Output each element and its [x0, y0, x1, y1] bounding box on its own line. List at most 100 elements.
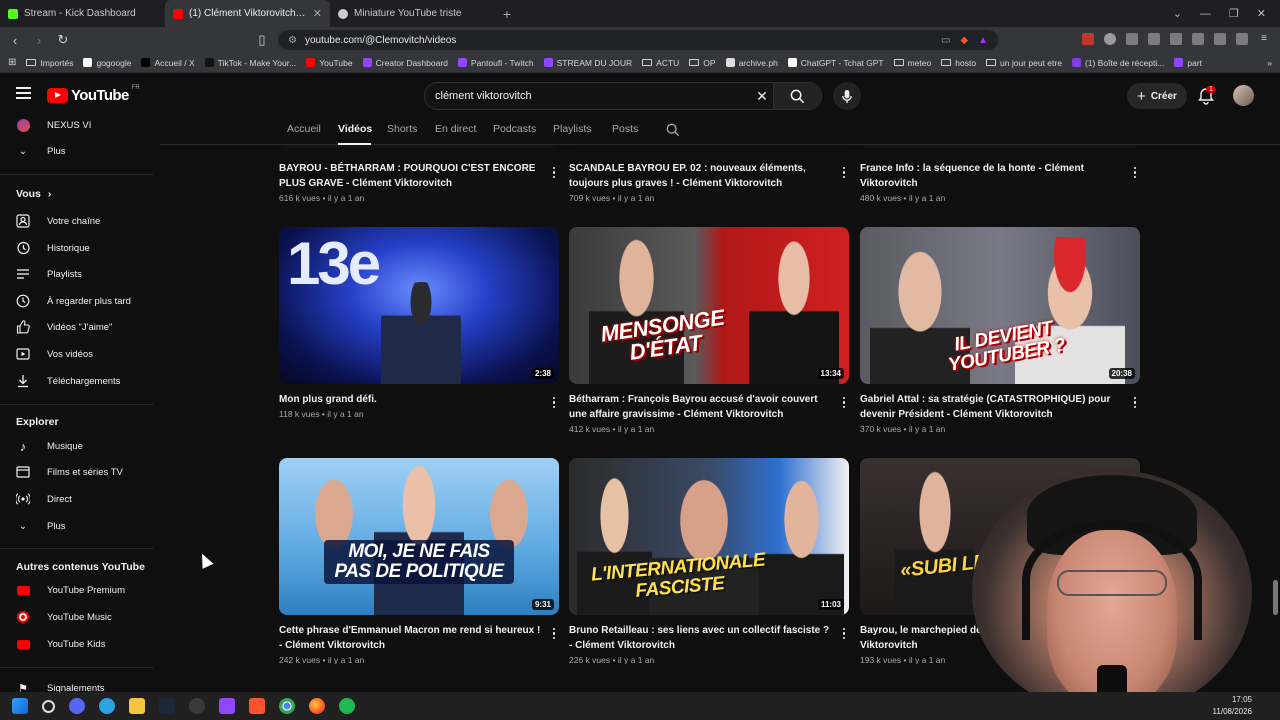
menu-icon[interactable]: ≡: [1258, 33, 1270, 45]
extension-icon[interactable]: [1082, 33, 1094, 45]
more-actions-icon[interactable]: [548, 397, 560, 409]
twitch-icon[interactable]: [219, 698, 235, 714]
video-thumbnail[interactable]: MENSONGE D'ÉTAT 13:34: [569, 227, 849, 384]
bookmark-item[interactable]: (1) Boîte de récepti...: [1071, 58, 1164, 68]
more-actions-icon[interactable]: [838, 628, 850, 640]
sidebar-item-subscription[interactable]: NEXUS VI: [0, 117, 155, 137]
tab-live[interactable]: En direct: [435, 123, 476, 135]
account-avatar[interactable]: [1233, 85, 1254, 106]
sidebar-icon[interactable]: [1148, 33, 1160, 45]
tab-videos[interactable]: Vidéos: [338, 123, 372, 135]
leo-ai-icon[interactable]: [1214, 33, 1226, 45]
bookmark-item[interactable]: YouTube: [306, 58, 353, 68]
tab-posts[interactable]: Posts: [612, 123, 638, 135]
brave-browser-icon[interactable]: [249, 698, 265, 714]
browser-tab-youtube[interactable]: (1) Clément Viktorovitch - YouTu ✕: [165, 0, 330, 27]
more-actions-icon[interactable]: [1129, 397, 1141, 409]
scrollbar-thumb[interactable]: [1273, 580, 1278, 615]
search-button[interactable]: [773, 83, 821, 109]
address-field[interactable]: ⚙ youtube.com/@Clemovitch/videos ▭ ◆ ▲: [278, 30, 998, 50]
brave-rewards-icon[interactable]: ▲: [978, 35, 988, 46]
more-actions-icon[interactable]: [1129, 167, 1141, 179]
telegram-icon[interactable]: [99, 698, 115, 714]
menu-icon[interactable]: [16, 87, 31, 99]
vpn-icon[interactable]: [1236, 33, 1248, 45]
discord-icon[interactable]: [69, 698, 85, 714]
bookmark-item[interactable]: hosto: [941, 58, 976, 68]
video-thumbnail[interactable]: 13e 2:38: [279, 227, 559, 384]
browser-tab-miniature[interactable]: Miniature YouTube triste: [330, 0, 495, 27]
bookmark-icon[interactable]: ▯: [255, 32, 269, 48]
firefox-icon[interactable]: [309, 698, 325, 714]
video-title[interactable]: Bruno Retailleau : ses liens avec un col…: [569, 623, 834, 653]
cast-icon[interactable]: ▭: [941, 35, 950, 46]
tab-home[interactable]: Accueil: [287, 123, 321, 135]
tab-search-icon[interactable]: ⌄: [1173, 7, 1182, 20]
bookmark-item[interactable]: gogoogle: [83, 58, 131, 68]
more-bookmarks-icon[interactable]: »: [1267, 58, 1272, 68]
close-tab-icon[interactable]: ✕: [313, 7, 322, 20]
bookmark-item[interactable]: Pantoufl - Twitch: [457, 58, 534, 68]
more-actions-icon[interactable]: [838, 397, 850, 409]
video-thumbnail[interactable]: IL DEVIENT YOUTUBER ? 20:38: [860, 227, 1140, 384]
extension-icon[interactable]: [1104, 33, 1116, 45]
bookmark-item[interactable]: Importés: [26, 58, 73, 68]
video-title[interactable]: Gabriel Attal : sa stratégie (CATASTROPH…: [860, 392, 1125, 422]
bookmark-item[interactable]: archive.ph: [725, 58, 778, 68]
bookmark-item[interactable]: part: [1174, 58, 1202, 68]
download-icon[interactable]: [1192, 33, 1204, 45]
clear-search-icon[interactable]: ✕: [751, 88, 773, 105]
tab-playlists[interactable]: Playlists: [553, 123, 592, 135]
minimize-button[interactable]: —: [1200, 8, 1211, 20]
bookmark-item[interactable]: ChatGPT - Tchat GPT: [787, 58, 884, 68]
tab-shorts[interactable]: Shorts: [387, 123, 417, 135]
bookmark-item[interactable]: Creator Dashboard: [362, 58, 448, 68]
video-thumbnail[interactable]: MOI, JE NE FAIS PAS DE POLITIQUE 9:31: [279, 458, 559, 615]
app-icon[interactable]: [189, 698, 205, 714]
voice-search-button[interactable]: [833, 82, 861, 110]
puzzle-icon[interactable]: [1126, 33, 1138, 45]
video-title[interactable]: France Info : la séquence de la honte - …: [860, 161, 1125, 191]
video-title[interactable]: Mon plus grand défi.: [279, 392, 544, 407]
brave-shield-icon[interactable]: ◆: [960, 35, 968, 46]
steam-icon[interactable]: [159, 698, 175, 714]
bookmark-item[interactable]: ACTU: [642, 58, 679, 68]
page-scrollbar[interactable]: [1270, 117, 1280, 692]
taskbar-clock[interactable]: 17:05 11/08/2026: [1213, 694, 1252, 718]
more-actions-icon[interactable]: [838, 167, 850, 179]
close-window-button[interactable]: ✕: [1257, 7, 1266, 20]
video-title[interactable]: BAYROU - BÉTHARRAM : POURQUOI C'EST ENCO…: [279, 161, 544, 191]
apps-icon[interactable]: ⊞: [8, 57, 16, 68]
taskbar-search-icon[interactable]: [42, 699, 55, 713]
video-title[interactable]: SCANDALE BAYROU EP. 02 : nouveaux élémen…: [569, 161, 834, 191]
video-title[interactable]: Cette phrase d'Emmanuel Macron me rend s…: [279, 623, 544, 653]
more-actions-icon[interactable]: [548, 167, 560, 179]
wallet-icon[interactable]: [1170, 33, 1182, 45]
windows-start-icon[interactable]: [12, 698, 28, 714]
new-tab-button[interactable]: +: [495, 0, 519, 27]
sidebar-item-reports[interactable]: ⚑ Signalements: [0, 676, 155, 693]
bookmark-item[interactable]: Accueil / X: [141, 58, 195, 68]
channel-search-icon[interactable]: [666, 123, 680, 137]
reload-icon[interactable]: ↻: [56, 32, 70, 48]
tab-podcasts[interactable]: Podcasts: [493, 123, 536, 135]
bookmark-item[interactable]: un jour peut etre: [986, 58, 1062, 68]
bookmark-item[interactable]: TikTok - Make Your...: [204, 58, 296, 68]
site-info-icon[interactable]: ⚙: [288, 35, 297, 46]
bookmark-item[interactable]: meteo: [893, 58, 931, 68]
search-input[interactable]: [425, 90, 751, 102]
maximize-button[interactable]: ❐: [1229, 7, 1239, 20]
create-button[interactable]: + Créer: [1127, 83, 1187, 109]
youtube-logo[interactable]: YouTube FR: [47, 85, 140, 104]
browser-tab-kick[interactable]: Stream - Kick Dashboard: [0, 0, 165, 27]
video-title[interactable]: Bétharram : François Bayrou accusé d'avo…: [569, 392, 834, 422]
bookmark-item[interactable]: STREAM DU JOUR: [543, 58, 632, 68]
back-icon[interactable]: ‹: [8, 33, 22, 48]
spotify-icon[interactable]: [339, 698, 355, 714]
more-actions-icon[interactable]: [548, 628, 560, 640]
bookmark-item[interactable]: OP: [689, 58, 716, 68]
forward-icon[interactable]: ›: [32, 33, 46, 48]
video-thumbnail[interactable]: L'INTERNATIONALE FASCISTE 11:03: [569, 458, 849, 615]
file-explorer-icon[interactable]: [129, 698, 145, 714]
chrome-icon[interactable]: [279, 698, 295, 714]
